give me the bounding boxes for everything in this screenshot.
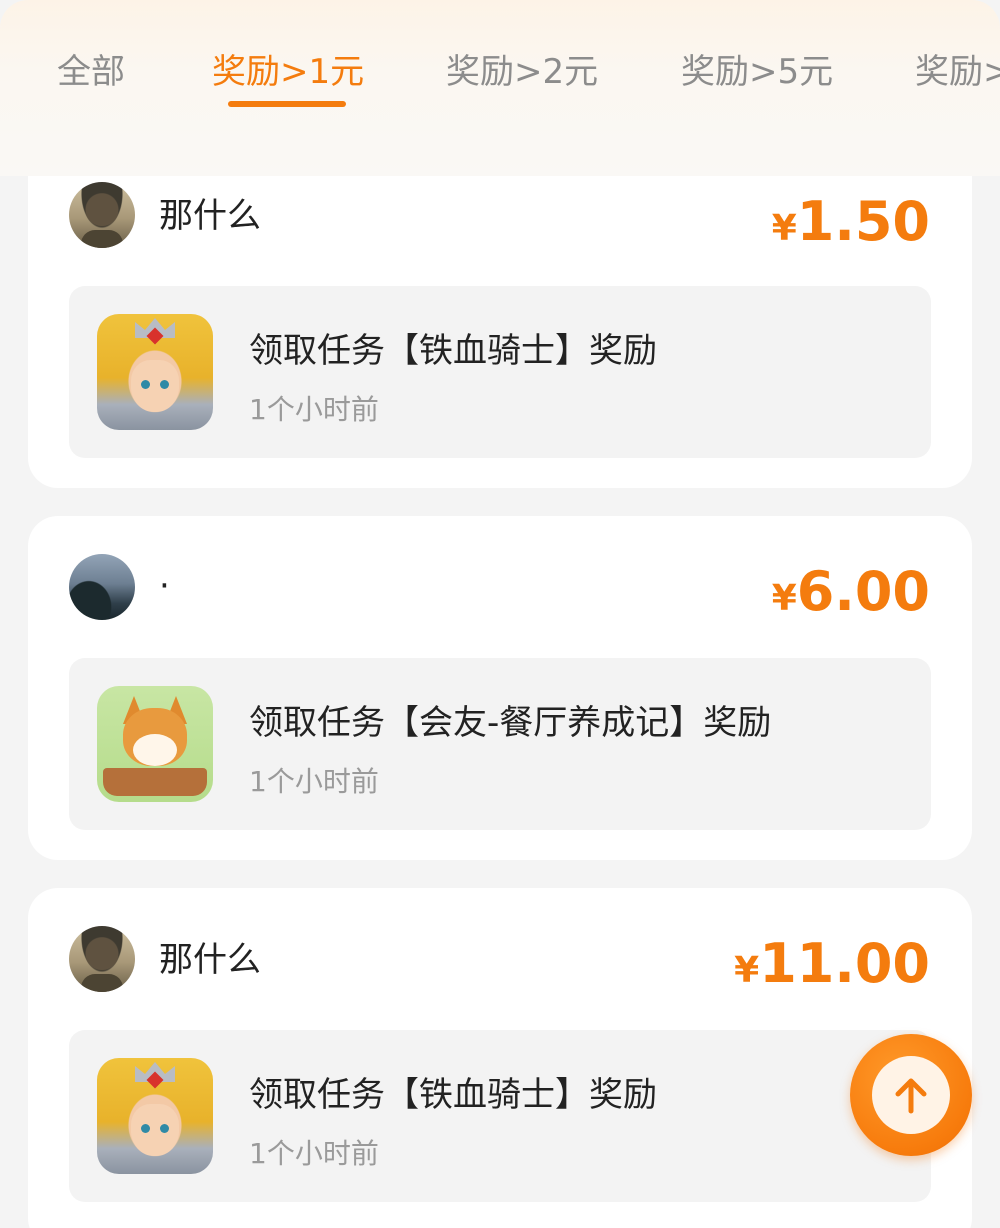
task-time: 1个小时前 bbox=[249, 393, 379, 426]
task-panel[interactable]: 领取任务【铁血骑士】奖励 1个小时前 bbox=[69, 1030, 931, 1202]
user-avatar[interactable] bbox=[69, 554, 135, 620]
task-title: 领取任务【会友-餐厅养成记】奖励 bbox=[249, 703, 772, 743]
user-avatar[interactable] bbox=[69, 926, 135, 992]
task-panel[interactable]: 领取任务【会友-餐厅养成记】奖励 1个小时前 bbox=[69, 658, 931, 830]
user-avatar[interactable] bbox=[69, 182, 135, 248]
tab-reward-more[interactable]: 奖励> bbox=[915, 48, 1000, 96]
currency-symbol: ¥ bbox=[771, 208, 797, 249]
amount-value: 11.00 bbox=[759, 932, 930, 995]
task-time: 1个小时前 bbox=[249, 1137, 379, 1170]
amount-value: 1.50 bbox=[796, 190, 930, 253]
back-to-top-button[interactable] bbox=[850, 1034, 972, 1156]
reward-record-card[interactable]: · ¥6.00 领取任务【会友-餐厅养成记】奖励 1个小时前 bbox=[28, 516, 972, 860]
back-to-top-inner bbox=[872, 1056, 950, 1134]
currency-symbol: ¥ bbox=[734, 950, 760, 991]
reward-record-card[interactable]: 那什么 ¥11.00 领取任务【铁血骑士】奖励 1个小时前 bbox=[28, 888, 972, 1228]
active-tab-indicator bbox=[228, 101, 346, 107]
knight-game-icon bbox=[97, 314, 213, 430]
knight-game-icon bbox=[97, 1058, 213, 1174]
reward-feed-page: 那什么 ¥1.50 领取任务【铁血骑士】奖励 1个小时前 · ¥6.00 领取任… bbox=[0, 0, 1000, 1228]
reward-amount: ¥6.00 bbox=[772, 560, 930, 624]
tab-reward-over-5[interactable]: 奖励>5元 bbox=[681, 48, 833, 96]
currency-symbol: ¥ bbox=[771, 578, 797, 619]
user-name: 那什么 bbox=[159, 940, 261, 980]
corgi-game-icon bbox=[97, 686, 213, 802]
task-panel[interactable]: 领取任务【铁血骑士】奖励 1个小时前 bbox=[69, 286, 931, 458]
tab-reward-over-1[interactable]: 奖励>1元 bbox=[212, 48, 364, 96]
amount-value: 6.00 bbox=[796, 560, 930, 623]
user-name: · bbox=[159, 566, 170, 606]
reward-record-card[interactable]: 那什么 ¥1.50 领取任务【铁血骑士】奖励 1个小时前 bbox=[28, 144, 972, 488]
task-title: 领取任务【铁血骑士】奖励 bbox=[249, 1075, 657, 1115]
arrow-up-icon bbox=[895, 1078, 927, 1114]
filter-tab-bar: 全部 奖励>1元 奖励>2元 奖励>5元 奖励> bbox=[0, 0, 1000, 176]
user-name: 那什么 bbox=[159, 196, 261, 236]
reward-amount: ¥1.50 bbox=[772, 190, 930, 254]
tab-reward-over-2[interactable]: 奖励>2元 bbox=[446, 48, 598, 96]
task-time: 1个小时前 bbox=[249, 765, 379, 798]
task-title: 领取任务【铁血骑士】奖励 bbox=[249, 331, 657, 371]
tab-all[interactable]: 全部 bbox=[57, 48, 125, 96]
reward-amount: ¥11.00 bbox=[734, 932, 930, 996]
